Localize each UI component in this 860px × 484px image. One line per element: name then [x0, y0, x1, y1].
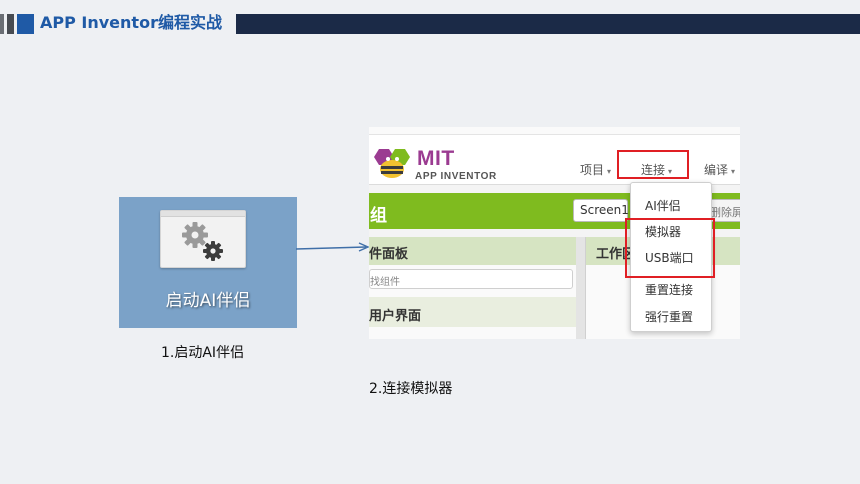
palette-title: 件面板	[369, 237, 576, 265]
header-decor-block	[17, 14, 34, 34]
menu-build-label: 编译	[704, 163, 729, 177]
emulator-highlight-box	[625, 218, 715, 278]
header-decor-block	[7, 14, 14, 34]
header-decor-block	[0, 14, 4, 34]
menu-item-hard-reset[interactable]: 强行重置	[645, 308, 693, 325]
menu-build[interactable]: 编译 ▾	[704, 161, 735, 178]
screen-selector[interactable]: Screen1▾	[573, 199, 635, 222]
gears-icon	[182, 222, 223, 261]
palette-search-input[interactable]: 找组件	[369, 269, 573, 289]
menu-item-reset-connection[interactable]: 重置连接	[645, 281, 693, 298]
header-bar	[236, 14, 860, 34]
browser-strip	[369, 127, 740, 135]
ai-companion-shortcut[interactable]: 启动AI伴侣	[119, 197, 297, 328]
chevron-down-icon: ▾	[731, 167, 736, 176]
toolbar-label: 组	[370, 206, 387, 226]
step2-caption: 2.连接模拟器	[369, 381, 453, 397]
connect-menu-highlight	[617, 150, 689, 179]
arrow-right-icon	[296, 242, 370, 252]
menu-project[interactable]: 项目 ▾	[580, 161, 611, 178]
chevron-down-icon: ▾	[607, 167, 612, 176]
component-palette: 件面板 找组件 用户界面	[369, 237, 576, 339]
palette-section-user-interface[interactable]: 用户界面	[369, 297, 576, 327]
menu-item-ai-companion[interactable]: AI伴侣	[645, 197, 681, 214]
menu-project-label: 项目	[580, 163, 605, 177]
panel-divider	[576, 237, 585, 339]
companion-icon-card	[160, 210, 246, 268]
logo-subtext: APP INVENTOR	[415, 171, 497, 182]
step1-caption: 1.启动AI伴侣	[161, 345, 245, 361]
slide-title: APP Inventor编程实战	[40, 13, 222, 32]
screen-selector-label: Screen1	[580, 203, 629, 217]
mit-bee-logo-icon	[374, 149, 410, 178]
card-title-strip	[161, 211, 245, 217]
companion-label: 启动AI伴侣	[165, 291, 251, 311]
logo-mit-text: MIT	[417, 147, 455, 170]
